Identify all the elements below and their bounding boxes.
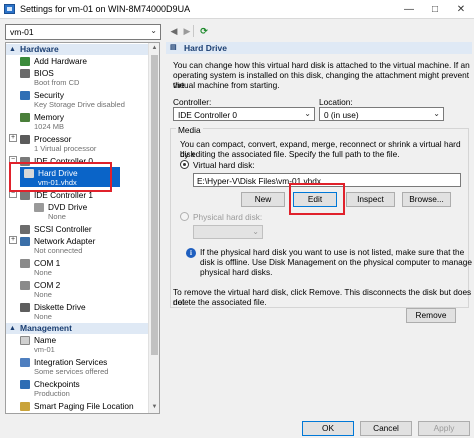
com-port-icon: [20, 281, 30, 290]
remove-button[interactable]: Remove: [406, 308, 456, 323]
collapse-icon: ▲: [9, 325, 16, 332]
ide-controller-icon: [20, 191, 30, 200]
checkpoints-icon: [20, 380, 30, 389]
physical-info-3: physical hard disks.: [200, 267, 273, 277]
scsi-controller-icon: [20, 225, 30, 234]
expand-icon[interactable]: +: [9, 236, 17, 244]
add-hardware-icon: [20, 57, 30, 66]
intro-line-3: virtual machine from starting.: [173, 80, 280, 90]
physical-hard-disk-label: Physical hard disk:: [193, 212, 263, 222]
window-title: Settings for vm-01 on WIN-8M74000D9UA: [20, 4, 191, 14]
physical-hard-disk-radio[interactable]: [180, 212, 189, 221]
com-port-icon: [20, 259, 30, 268]
diskette-icon: [20, 303, 30, 312]
processor-icon: [20, 135, 30, 144]
cancel-button[interactable]: Cancel: [360, 421, 412, 436]
browse-button[interactable]: Browse...: [402, 192, 451, 207]
ok-button[interactable]: OK: [302, 421, 354, 436]
memory-icon: [20, 113, 30, 122]
bios-chip-icon: [20, 69, 30, 78]
expand-icon[interactable]: +: [9, 134, 17, 142]
title-bar: Settings for vm-01 on WIN-8M74000D9UA — …: [0, 0, 474, 19]
integration-services-icon: [20, 358, 30, 367]
forward-arrow-icon[interactable]: ▶: [181, 24, 193, 38]
hardware-section-header[interactable]: ▲ Hardware: [6, 44, 148, 55]
physical-info-2: disk is offline. Use Disk Management on …: [200, 257, 472, 267]
vm-selector-value: vm-01: [10, 27, 34, 37]
physical-disk-dropdown[interactable]: ⌄: [193, 225, 263, 239]
folder-icon: [20, 402, 30, 411]
chevron-down-icon: ⌄: [252, 227, 259, 236]
hard-drive-panel: ▤ Hard Drive You can change how this vir…: [166, 42, 472, 414]
controller-label: Controller:: [173, 97, 212, 107]
settings-app-icon: [4, 4, 15, 14]
media-label: Media: [176, 125, 203, 135]
back-arrow-icon[interactable]: ◀: [168, 24, 180, 38]
tree-scrollbar[interactable]: ▲ ▼: [148, 43, 159, 413]
toolbar-divider: [193, 25, 194, 37]
media-text-2: by editing the associated file. Specify …: [180, 149, 400, 159]
new-button[interactable]: New: [241, 192, 285, 207]
shield-icon: [20, 91, 30, 100]
scroll-down-icon[interactable]: ▼: [149, 402, 159, 413]
chevron-down-icon: ⌄: [150, 26, 157, 35]
highlight-edit-button: [289, 183, 345, 215]
network-adapter-icon: [20, 237, 30, 246]
minimize-button[interactable]: —: [396, 0, 422, 19]
close-button[interactable]: ✕: [448, 0, 474, 19]
settings-tree: ▲ Hardware Add Hardware BIOS Boot from C…: [5, 42, 160, 414]
scroll-up-icon[interactable]: ▲: [149, 43, 159, 54]
highlight-hard-drive-tree-item: [9, 162, 112, 192]
virtual-hard-disk-radio[interactable]: [180, 160, 189, 169]
chevron-down-icon: ⌄: [304, 109, 311, 118]
scroll-thumb[interactable]: [151, 55, 158, 355]
maximize-button[interactable]: □: [422, 0, 448, 19]
inspect-button[interactable]: Inspect: [346, 192, 395, 207]
refresh-icon[interactable]: ⟳: [198, 24, 210, 38]
vm-selector-dropdown[interactable]: vm-01 ⌄: [5, 24, 161, 40]
management-section-header[interactable]: ▲ Management: [6, 323, 148, 334]
intro-line-1: You can change how this virtual hard dis…: [173, 60, 470, 70]
chevron-down-icon: ⌄: [433, 109, 440, 118]
virtual-hard-disk-label: Virtual hard disk:: [193, 160, 255, 170]
location-dropdown[interactable]: 0 (in use) ⌄: [319, 107, 444, 121]
location-label: Location:: [319, 97, 353, 107]
hard-drive-icon: ▤: [170, 44, 177, 51]
info-icon: i: [186, 248, 196, 258]
apply-button[interactable]: Apply: [418, 421, 470, 436]
remove-text-2: delete the associated file.: [173, 297, 267, 307]
panel-header: ▤ Hard Drive: [166, 42, 472, 54]
physical-info-1: If the physical hard disk you want to us…: [200, 247, 465, 257]
controller-dropdown[interactable]: IDE Controller 0 ⌄: [173, 107, 315, 121]
name-icon: [20, 336, 30, 345]
collapse-icon: ▲: [9, 46, 16, 53]
dvd-drive-icon: [34, 203, 44, 212]
